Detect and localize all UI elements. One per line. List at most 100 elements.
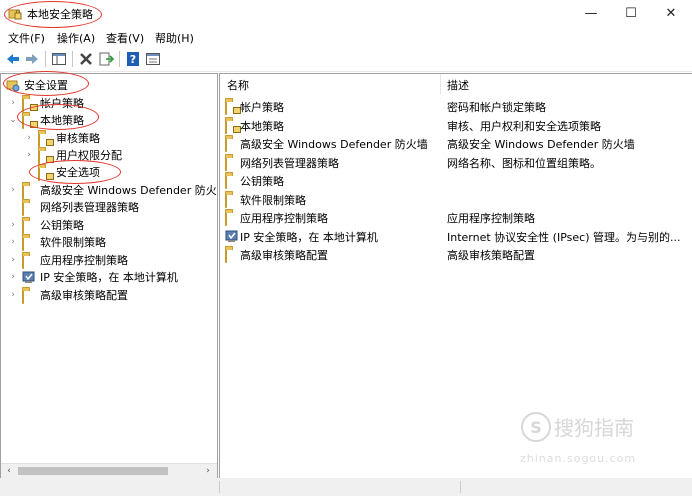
tree-item-label: 帐户策略 — [40, 96, 84, 110]
toolbar: ? — [0, 47, 692, 72]
folder-lock-icon — [22, 113, 38, 129]
tree-item-label: 本地策略 — [40, 113, 84, 127]
expand-chevron-icon[interactable]: › — [8, 185, 18, 195]
show-hide-tree-icon[interactable] — [51, 51, 67, 67]
tree-item-label: IP 安全策略，在 本地计算机 — [40, 270, 178, 284]
security-settings-icon — [6, 79, 20, 91]
title-bar: 本地安全策略 — ☐ ✕ — [0, 0, 692, 26]
folder-icon — [22, 218, 36, 234]
list-item[interactable]: 高级审核策略配置 高级审核策略配置 — [225, 245, 690, 263]
tree-item-public-key-policies[interactable]: › 公钥策略 — [8, 216, 84, 234]
properties-icon[interactable] — [145, 51, 161, 67]
tree-item-label: 高级审核策略配置 — [40, 288, 128, 302]
expand-chevron-icon[interactable]: › — [24, 150, 34, 160]
watermark-url: zhinan.sogou.com — [520, 452, 637, 465]
delete-icon[interactable] — [78, 51, 94, 67]
tree-item-defender-firewall[interactable]: › 高级安全 Windows Defender 防火墙 — [8, 181, 218, 199]
tree-item-security-settings[interactable]: 安全设置 — [6, 76, 68, 93]
status-bar — [0, 478, 692, 496]
menu-file[interactable]: 文件(F) — [8, 30, 45, 46]
tree-item-label: 审核策略 — [56, 131, 100, 145]
tree-item-label: 应用程序控制策略 — [40, 253, 128, 267]
folder-lock-icon — [22, 96, 38, 112]
folder-icon — [22, 235, 36, 251]
list-item[interactable]: 帐户策略 密码和帐户锁定策略 — [225, 97, 690, 115]
tree-item-account-policies[interactable]: › 帐户策略 — [8, 94, 84, 112]
folder-lock-icon — [38, 165, 54, 181]
tree-item-label: 安全设置 — [24, 78, 68, 92]
list-item[interactable]: 高级安全 Windows Defender 防火墙 高级安全 Windows D… — [225, 134, 690, 152]
menu-action[interactable]: 操作(A) — [57, 30, 95, 46]
tree-item-label: 安全选项 — [56, 165, 100, 179]
folder-lock-icon — [38, 148, 54, 164]
tree-item-advanced-audit[interactable]: › 高级审核策略配置 — [8, 286, 128, 304]
collapse-chevron-icon[interactable]: ⌄ — [8, 115, 18, 125]
expand-chevron-icon[interactable]: › — [24, 133, 34, 143]
folder-icon — [225, 193, 239, 208]
tree-item-application-control[interactable]: › 应用程序控制策略 — [8, 251, 128, 269]
expand-chevron-icon[interactable]: › — [8, 272, 18, 282]
folder-icon — [225, 248, 239, 263]
expand-chevron-icon[interactable]: › — [8, 98, 18, 108]
scrollbar-thumb[interactable] — [18, 467, 168, 475]
list-item[interactable]: 本地策略 审核、用户权利和安全选项策略 — [225, 116, 690, 134]
list-header: 名称 描述 — [220, 74, 692, 94]
watermark-logo-icon: S — [521, 412, 551, 442]
tree-item-label: 软件限制策略 — [40, 235, 106, 249]
column-header-name[interactable]: 名称 — [227, 77, 249, 93]
list-item[interactable]: 网络列表管理器策略 网络名称、图标和位置组策略。 — [225, 153, 690, 171]
export-list-icon[interactable] — [98, 51, 114, 67]
scroll-right-icon[interactable]: › — [201, 465, 215, 477]
details-pane[interactable]: 名称 描述 帐户策略 密码和帐户锁定策略 本地策略 审核、用户权利和安全选项策略… — [219, 73, 692, 479]
watermark-brand: 搜狗指南 — [554, 416, 634, 440]
minimize-button[interactable]: — — [571, 0, 611, 26]
svg-text:?: ? — [130, 53, 136, 66]
folder-icon — [22, 200, 36, 216]
tree-item-network-list-manager[interactable]: 网络列表管理器策略 — [8, 198, 139, 216]
tree-item-ip-security[interactable]: › IP 安全策略，在 本地计算机 — [8, 268, 178, 285]
folder-icon — [22, 253, 36, 269]
folder-lock-icon — [225, 119, 241, 134]
scroll-left-icon[interactable]: ‹ — [2, 465, 16, 477]
folder-lock-icon — [225, 100, 241, 115]
window-title: 本地安全策略 — [27, 8, 93, 21]
folder-icon — [22, 183, 36, 199]
folder-icon — [225, 211, 239, 226]
expand-chevron-icon[interactable]: › — [8, 290, 18, 300]
help-icon[interactable]: ? — [125, 51, 141, 67]
tree-item-label: 网络列表管理器策略 — [40, 200, 139, 214]
tree-horizontal-scrollbar[interactable]: ‹ › — [1, 463, 217, 478]
folder-icon — [22, 288, 36, 304]
tree-item-security-options[interactable]: 安全选项 — [24, 163, 100, 181]
local-security-policy-app-icon — [8, 6, 22, 20]
tree-item-local-policies[interactable]: ⌄ 本地策略 — [8, 111, 84, 129]
maximize-button[interactable]: ☐ — [611, 0, 651, 26]
folder-icon — [225, 137, 239, 152]
expand-chevron-icon[interactable]: › — [8, 220, 18, 230]
ip-security-shield-icon — [22, 271, 36, 283]
expand-chevron-icon[interactable]: › — [8, 237, 18, 247]
list-item[interactable]: IP 安全策略，在 本地计算机 Internet 协议安全性 (IPsec) 管… — [225, 227, 690, 245]
tree-item-label: 用户权限分配 — [56, 148, 122, 162]
menu-view[interactable]: 查看(V) — [106, 30, 144, 46]
forward-arrow-icon[interactable] — [24, 51, 40, 67]
folder-icon — [225, 156, 239, 171]
tree-item-software-restriction[interactable]: › 软件限制策略 — [8, 233, 106, 251]
folder-lock-icon — [38, 131, 54, 147]
list-item[interactable]: 公钥策略 — [225, 171, 690, 189]
list-item[interactable]: 软件限制策略 — [225, 190, 690, 208]
menu-bar: 文件(F) 操作(A) 查看(V) 帮助(H) — [0, 27, 692, 46]
back-arrow-icon[interactable] — [5, 51, 21, 67]
list-item[interactable]: 应用程序控制策略 应用程序控制策略 — [225, 208, 690, 226]
tree-item-user-rights-assignment[interactable]: › 用户权限分配 — [24, 146, 122, 164]
close-button[interactable]: ✕ — [651, 0, 691, 26]
tree-item-audit-policy[interactable]: › 审核策略 — [24, 129, 100, 147]
column-header-description[interactable]: 描述 — [447, 77, 469, 93]
folder-icon — [225, 174, 239, 189]
expand-chevron-icon[interactable]: › — [8, 255, 18, 265]
tree-item-label: 高级安全 Windows Defender 防火墙 — [40, 183, 218, 197]
menu-help[interactable]: 帮助(H) — [155, 30, 194, 46]
tree-pane[interactable]: 安全设置 › 帐户策略 ⌄ 本地策略 › 审核策略 › 用户权限分配 安全选项 … — [0, 73, 218, 479]
